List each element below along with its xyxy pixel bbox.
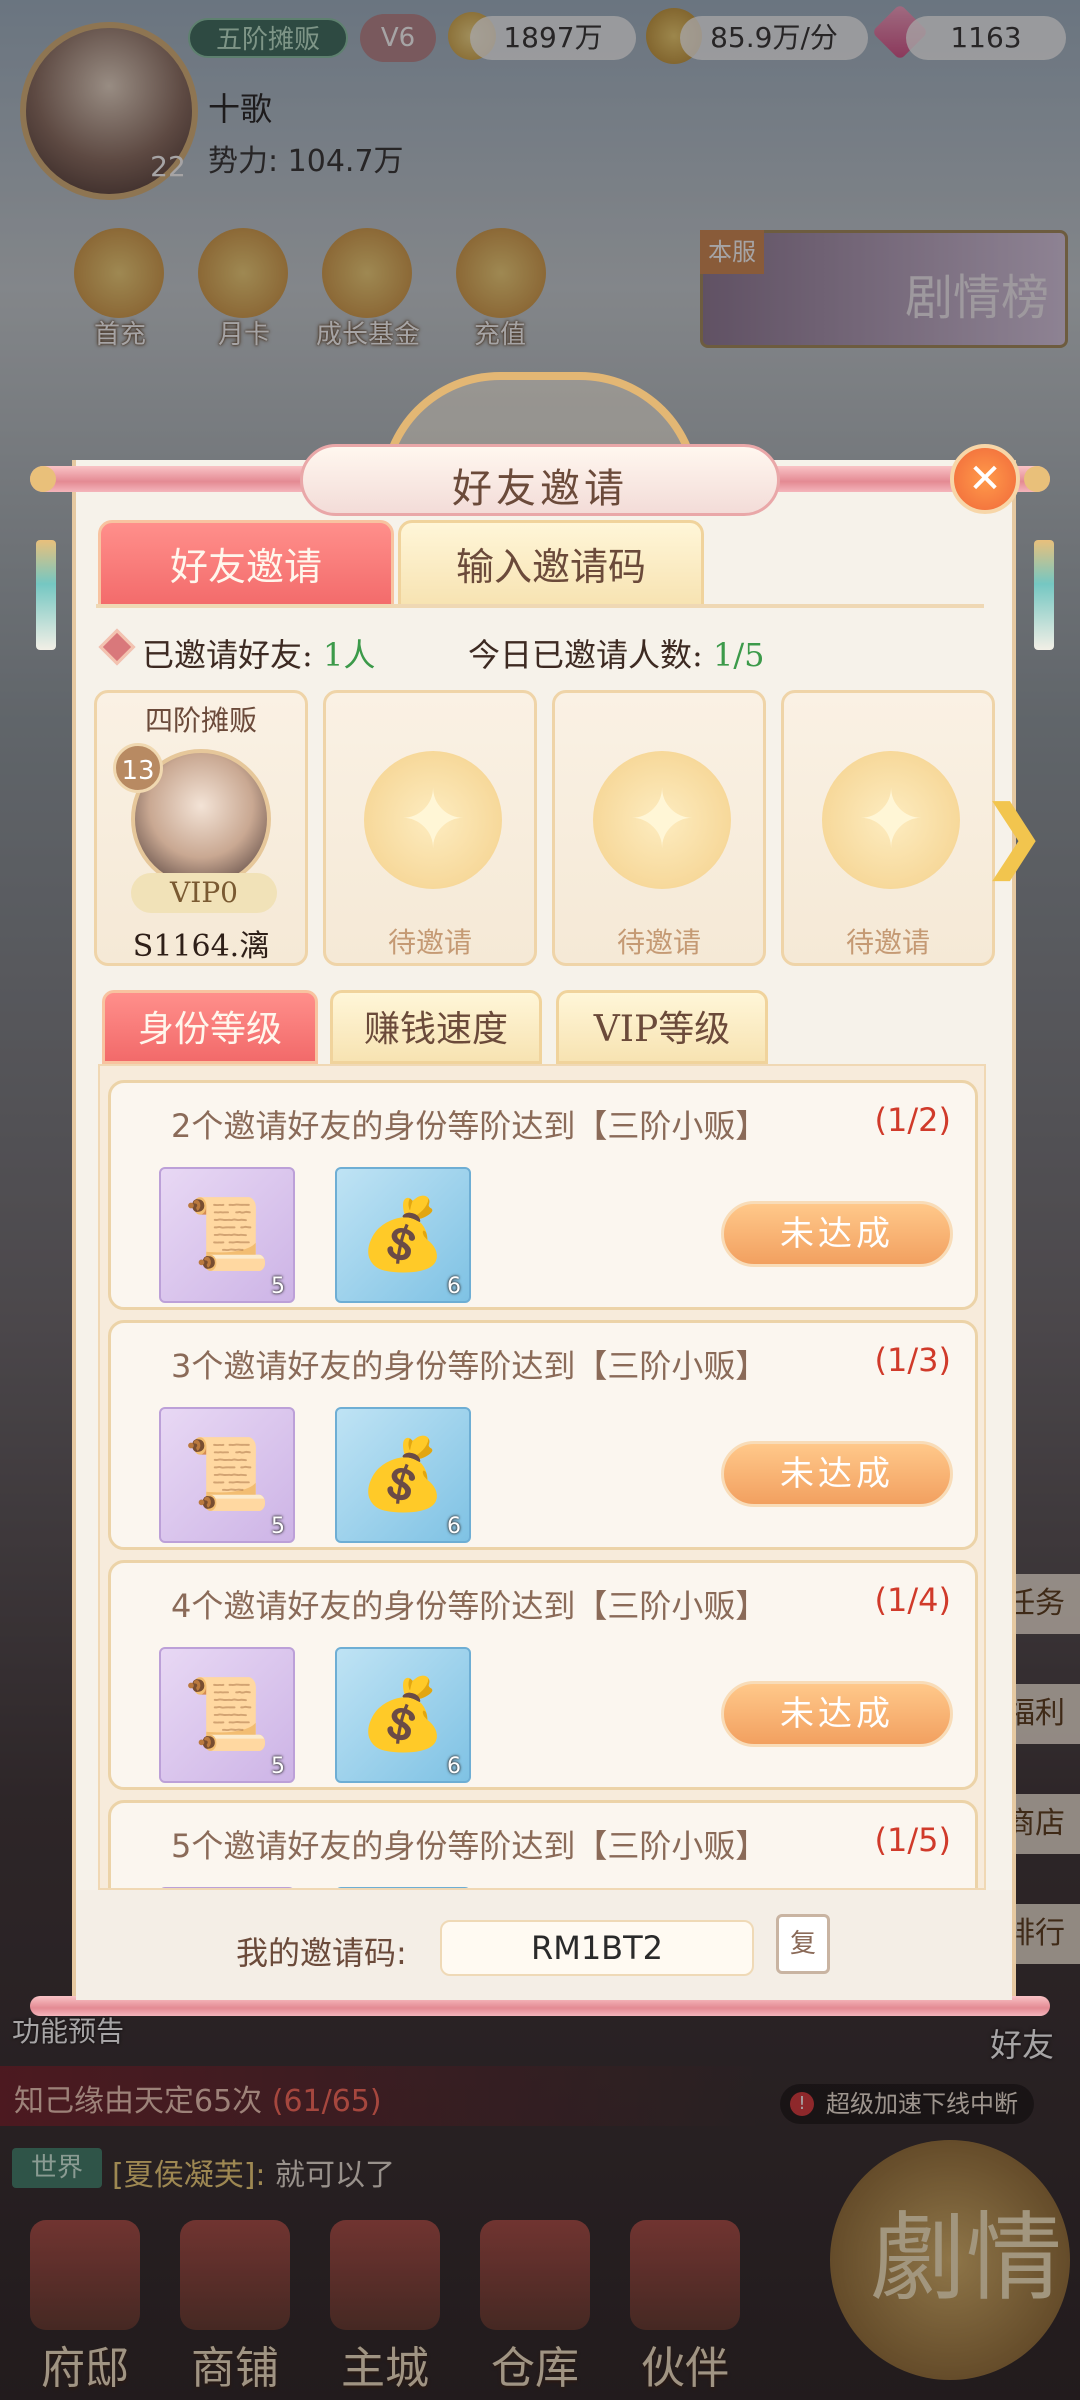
rod-cap-right bbox=[1024, 466, 1050, 492]
add-icon: ✦ bbox=[628, 773, 696, 866]
tassel-right bbox=[1034, 540, 1054, 650]
item-count: 5 bbox=[271, 1274, 285, 1299]
reward-coin-bag[interactable]: 💰 6 bbox=[335, 1407, 471, 1543]
task-progress: (1/2) bbox=[874, 1101, 951, 1139]
task-text: 5个邀请好友的身份等阶达到【三阶小贩】 bbox=[171, 1827, 768, 1865]
chevron-right-icon[interactable]: ❯ bbox=[980, 790, 1047, 880]
task-progress: (1/4) bbox=[874, 1581, 951, 1619]
task-card: 3个邀请好友的身份等阶达到【三阶小贩】 (1/3) 📜 5 💰 6 未达成 bbox=[108, 1320, 978, 1550]
item-count: 6 bbox=[447, 1514, 461, 1539]
pending-label: 待邀请 bbox=[845, 926, 930, 959]
close-button[interactable]: ✕ bbox=[950, 444, 1020, 514]
modal-title: 好友邀请 bbox=[452, 466, 628, 512]
pending-label: 待邀请 bbox=[387, 926, 472, 959]
task-status-button[interactable]: 未达成 bbox=[721, 1681, 953, 1747]
my-invite-code[interactable]: RM1BT2 bbox=[440, 1920, 754, 1976]
task-status-button[interactable]: 未达成 bbox=[721, 1441, 953, 1507]
task-text: 4个邀请好友的身份等阶达到【三阶小贩】 bbox=[171, 1587, 768, 1625]
friend-server-name: S1164.漓 bbox=[132, 929, 270, 964]
task-card: 5个邀请好友的身份等阶达到【三阶小贩】 (1/5) bbox=[108, 1800, 978, 1888]
my-code-label: 我的邀请码: bbox=[236, 1934, 407, 1972]
item-count: 5 bbox=[271, 1754, 285, 1779]
friend-rank: 四阶摊贩 bbox=[144, 704, 257, 737]
copy-icon[interactable]: 复 bbox=[776, 1914, 830, 1974]
tab-identity-level[interactable]: 身份等级 bbox=[102, 990, 318, 1064]
reward-coin-bag[interactable]: 💰 6 bbox=[335, 1167, 471, 1303]
tab-divider bbox=[96, 604, 984, 608]
reward-scroll[interactable]: 📜 5 bbox=[159, 1647, 295, 1783]
tab-enter-code[interactable]: 输入邀请码 bbox=[398, 520, 704, 608]
tassel-left bbox=[36, 540, 56, 650]
tab-earning-speed[interactable]: 赚钱速度 bbox=[330, 990, 542, 1064]
invite-slot[interactable]: ✦ 待邀请 bbox=[552, 690, 766, 966]
task-progress: (1/3) bbox=[874, 1341, 951, 1379]
friend-vip: VIP0 bbox=[131, 873, 277, 913]
add-icon: ✦ bbox=[399, 773, 467, 866]
task-status-button[interactable]: 未达成 bbox=[721, 1201, 953, 1267]
task-text: 3个邀请好友的身份等阶达到【三阶小贩】 bbox=[171, 1347, 768, 1385]
today-value: 1/5 bbox=[712, 636, 765, 674]
invite-slot[interactable]: ✦ 待邀请 bbox=[323, 690, 537, 966]
item-count: 5 bbox=[271, 1514, 285, 1539]
reward-scroll[interactable]: 📜 5 bbox=[159, 1407, 295, 1543]
task-list[interactable]: 2个邀请好友的身份等阶达到【三阶小贩】 (1/2) 📜 5 💰 6 未达成 3个邀请… bbox=[98, 1064, 986, 1890]
friend-level: 13 bbox=[113, 743, 163, 793]
item-count: 6 bbox=[447, 1754, 461, 1779]
tab-vip-level[interactable]: VIP等级 bbox=[556, 990, 768, 1064]
invite-slot[interactable]: ✦ 待邀请 bbox=[781, 690, 995, 966]
reward-coin-bag[interactable]: 💰 6 bbox=[335, 1647, 471, 1783]
invited-friends-stat: 已邀请好友: 1人 bbox=[142, 630, 375, 676]
reward-scroll[interactable]: 📜 5 bbox=[159, 1167, 295, 1303]
pending-label: 待邀请 bbox=[616, 926, 701, 959]
task-card: 2个邀请好友的身份等阶达到【三阶小贩】 (1/2) 📜 5 💰 6 未达成 bbox=[108, 1080, 978, 1310]
item-count: 6 bbox=[447, 1274, 461, 1299]
rod-cap-left bbox=[30, 466, 56, 492]
task-progress: (1/5) bbox=[874, 1821, 951, 1859]
invited-value: 1人 bbox=[322, 636, 376, 674]
friend-card[interactable]: 四阶摊贩 13 VIP0 S1164.漓 bbox=[94, 690, 308, 966]
task-card: 4个邀请好友的身份等阶达到【三阶小贩】 (1/4) 📜 5 💰 6 未达成 bbox=[108, 1560, 978, 1790]
task-text: 2个邀请好友的身份等阶达到【三阶小贩】 bbox=[171, 1107, 768, 1145]
invited-label: 已邀请好友: bbox=[142, 636, 313, 674]
tab-friend-invite[interactable]: 好友邀请 bbox=[98, 520, 394, 608]
add-icon: ✦ bbox=[857, 773, 925, 866]
today-label: 今日已邀请人数: bbox=[468, 636, 703, 674]
today-invited-stat: 今日已邀请人数: 1/5 bbox=[468, 630, 764, 676]
